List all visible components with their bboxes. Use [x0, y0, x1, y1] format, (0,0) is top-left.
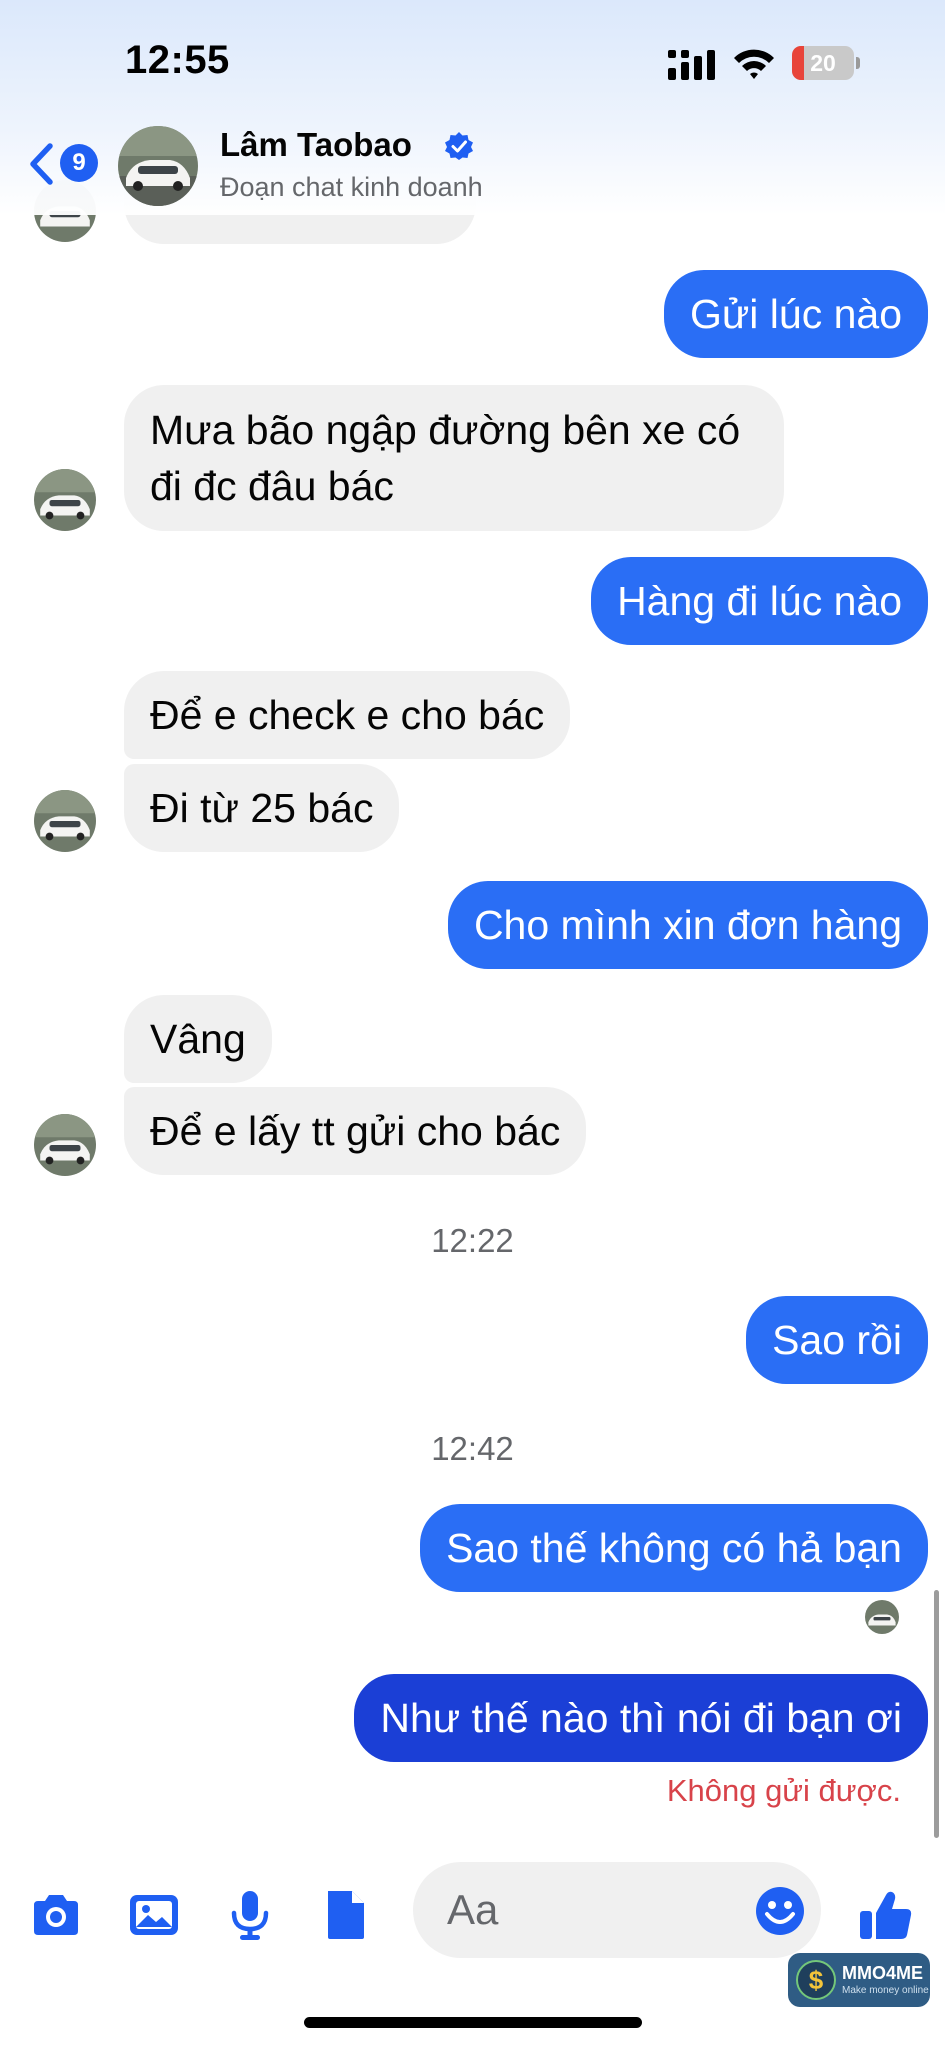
- microphone-icon[interactable]: [222, 1887, 278, 1943]
- back-button[interactable]: 9: [28, 136, 98, 194]
- send-failed-notice[interactable]: Không gửi được.: [667, 1773, 901, 1809]
- contact-avatar-small: [34, 469, 96, 531]
- dollar-coin-icon: $: [796, 1960, 836, 2000]
- back-chevron-icon: [30, 143, 53, 185]
- contact-avatar-small: [34, 790, 96, 852]
- watermark-logo: $ MMO4ME Make money online: [788, 1953, 930, 2007]
- thumbs-up-icon[interactable]: [858, 1887, 914, 1943]
- emoji-icon[interactable]: [755, 1886, 805, 1936]
- chat-header: 12:55 20 9 Lâm Taobao Đoạn chat kinh doa…: [0, 0, 945, 215]
- message-bubble-outgoing[interactable]: Gửi lúc nào: [663, 270, 928, 358]
- message-bubble-incoming[interactable]: Đi từ 25 bác: [124, 764, 400, 852]
- message-bubble-outgoing[interactable]: Sao thế không có hả bạn: [420, 1504, 928, 1592]
- message-bubble-outgoing[interactable]: Sao rồi: [746, 1296, 928, 1384]
- message-bubble-incoming[interactable]: Để e lấy tt gửi cho bác: [124, 1087, 587, 1175]
- home-indicator[interactable]: [304, 2017, 642, 2028]
- status-time: 12:55: [125, 38, 230, 82]
- document-icon[interactable]: [318, 1887, 374, 1943]
- message-bubble-outgoing-failed[interactable]: Như thế nào thì nói đi bạn ơi: [354, 1674, 928, 1762]
- message-input[interactable]: Aa: [413, 1862, 821, 1958]
- battery-indicator: 20: [792, 46, 860, 80]
- message-bubble-outgoing[interactable]: Hàng đi lúc nào: [591, 557, 928, 645]
- message-bubble-outgoing[interactable]: Cho mình xin đơn hàng: [447, 881, 928, 969]
- watermark-title: MMO4ME: [842, 1963, 923, 1983]
- message-timestamp: 12:42: [431, 1430, 514, 1467]
- message-input-placeholder: Aa: [447, 1886, 499, 1933]
- message-bubble-incoming[interactable]: Mưa bão ngập đường bên xe có đi đc đâu b…: [124, 385, 784, 531]
- chat-screen: 12:55 20 9 Lâm Taobao Đoạn chat kinh doa…: [0, 0, 945, 2048]
- gallery-icon[interactable]: [126, 1887, 182, 1943]
- battery-percent: 20: [810, 50, 836, 76]
- message-bubble-incoming[interactable]: Vâng: [124, 995, 272, 1083]
- contact-avatar-small: [34, 1114, 96, 1176]
- contact-avatar[interactable]: [118, 126, 198, 206]
- message-timestamp: 12:22: [431, 1222, 514, 1259]
- contact-name[interactable]: Lâm Taobao: [220, 126, 412, 164]
- watermark-subtitle: Make money online: [842, 1985, 929, 1996]
- unread-count-badge: 9: [60, 144, 98, 182]
- cellular-signal-icon: [668, 50, 715, 80]
- message-bubble-incoming[interactable]: Để e check e cho bác: [124, 671, 571, 759]
- wifi-icon: [734, 49, 774, 79]
- verified-badge-icon: [445, 132, 473, 160]
- contact-subtitle: Đoạn chat kinh doanh: [220, 172, 483, 202]
- scrollbar[interactable]: [934, 1590, 939, 1838]
- camera-icon[interactable]: [28, 1887, 84, 1943]
- seen-receipt-avatar: [865, 1600, 899, 1634]
